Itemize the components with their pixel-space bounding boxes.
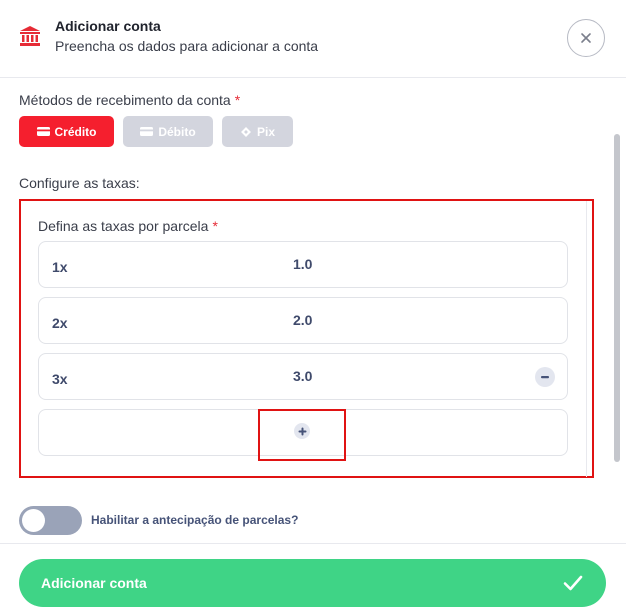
anticipation-toggle[interactable] xyxy=(19,506,82,535)
installment-label: 2x xyxy=(52,315,68,331)
bank-icon xyxy=(20,26,40,46)
installment-label: 1x xyxy=(52,259,68,275)
installment-row: 1x 1.0 xyxy=(38,241,568,288)
installment-rate-input[interactable]: 1.0 xyxy=(293,256,312,272)
required-mark: * xyxy=(212,218,218,234)
method-debit-label: Débito xyxy=(158,124,196,139)
minus-icon xyxy=(541,376,549,379)
taxes-section-label: Configure as taxas: xyxy=(19,175,140,191)
footer-divider xyxy=(0,543,626,544)
method-pix-label: Pix xyxy=(256,124,275,139)
close-button[interactable] xyxy=(567,19,605,57)
installment-rate-input[interactable]: 3.0 xyxy=(293,368,312,384)
modal-title: Adicionar conta xyxy=(55,18,161,34)
scrollbar[interactable] xyxy=(614,134,620,462)
check-icon xyxy=(563,575,583,591)
close-icon xyxy=(581,33,591,43)
card-icon xyxy=(36,127,50,136)
method-pix-button[interactable]: Pix xyxy=(222,116,293,147)
methods-label: Métodos de recebimento da conta * xyxy=(19,92,241,108)
add-account-button[interactable]: Adicionar conta xyxy=(19,559,606,607)
modal-subtitle: Preencha os dados para adicionar a conta xyxy=(55,38,319,54)
card-icon xyxy=(140,127,154,136)
remove-installment-button[interactable] xyxy=(535,367,555,387)
installment-rate-input[interactable]: 2.0 xyxy=(293,312,312,328)
installment-label: 3x xyxy=(52,371,68,387)
anticipation-label: Habilitar a antecipação de parcelas? xyxy=(91,513,299,527)
add-account-label: Adicionar conta xyxy=(41,575,147,591)
method-debit-button[interactable]: Débito xyxy=(123,116,213,147)
installment-row: 2x 2.0 xyxy=(38,297,568,344)
required-mark: * xyxy=(234,92,241,108)
method-credit-button[interactable]: Crédito xyxy=(19,116,114,147)
installments-label: Defina as taxas por parcela * xyxy=(38,218,218,234)
modal-header: Adicionar conta Preencha os dados para a… xyxy=(0,0,626,78)
toggle-knob xyxy=(22,509,45,532)
installment-row: 3x 3.0 xyxy=(38,353,568,400)
method-credit-label: Crédito xyxy=(54,124,97,139)
pix-icon xyxy=(241,126,251,137)
inner-divider xyxy=(586,201,587,477)
add-button-highlight xyxy=(258,409,346,461)
